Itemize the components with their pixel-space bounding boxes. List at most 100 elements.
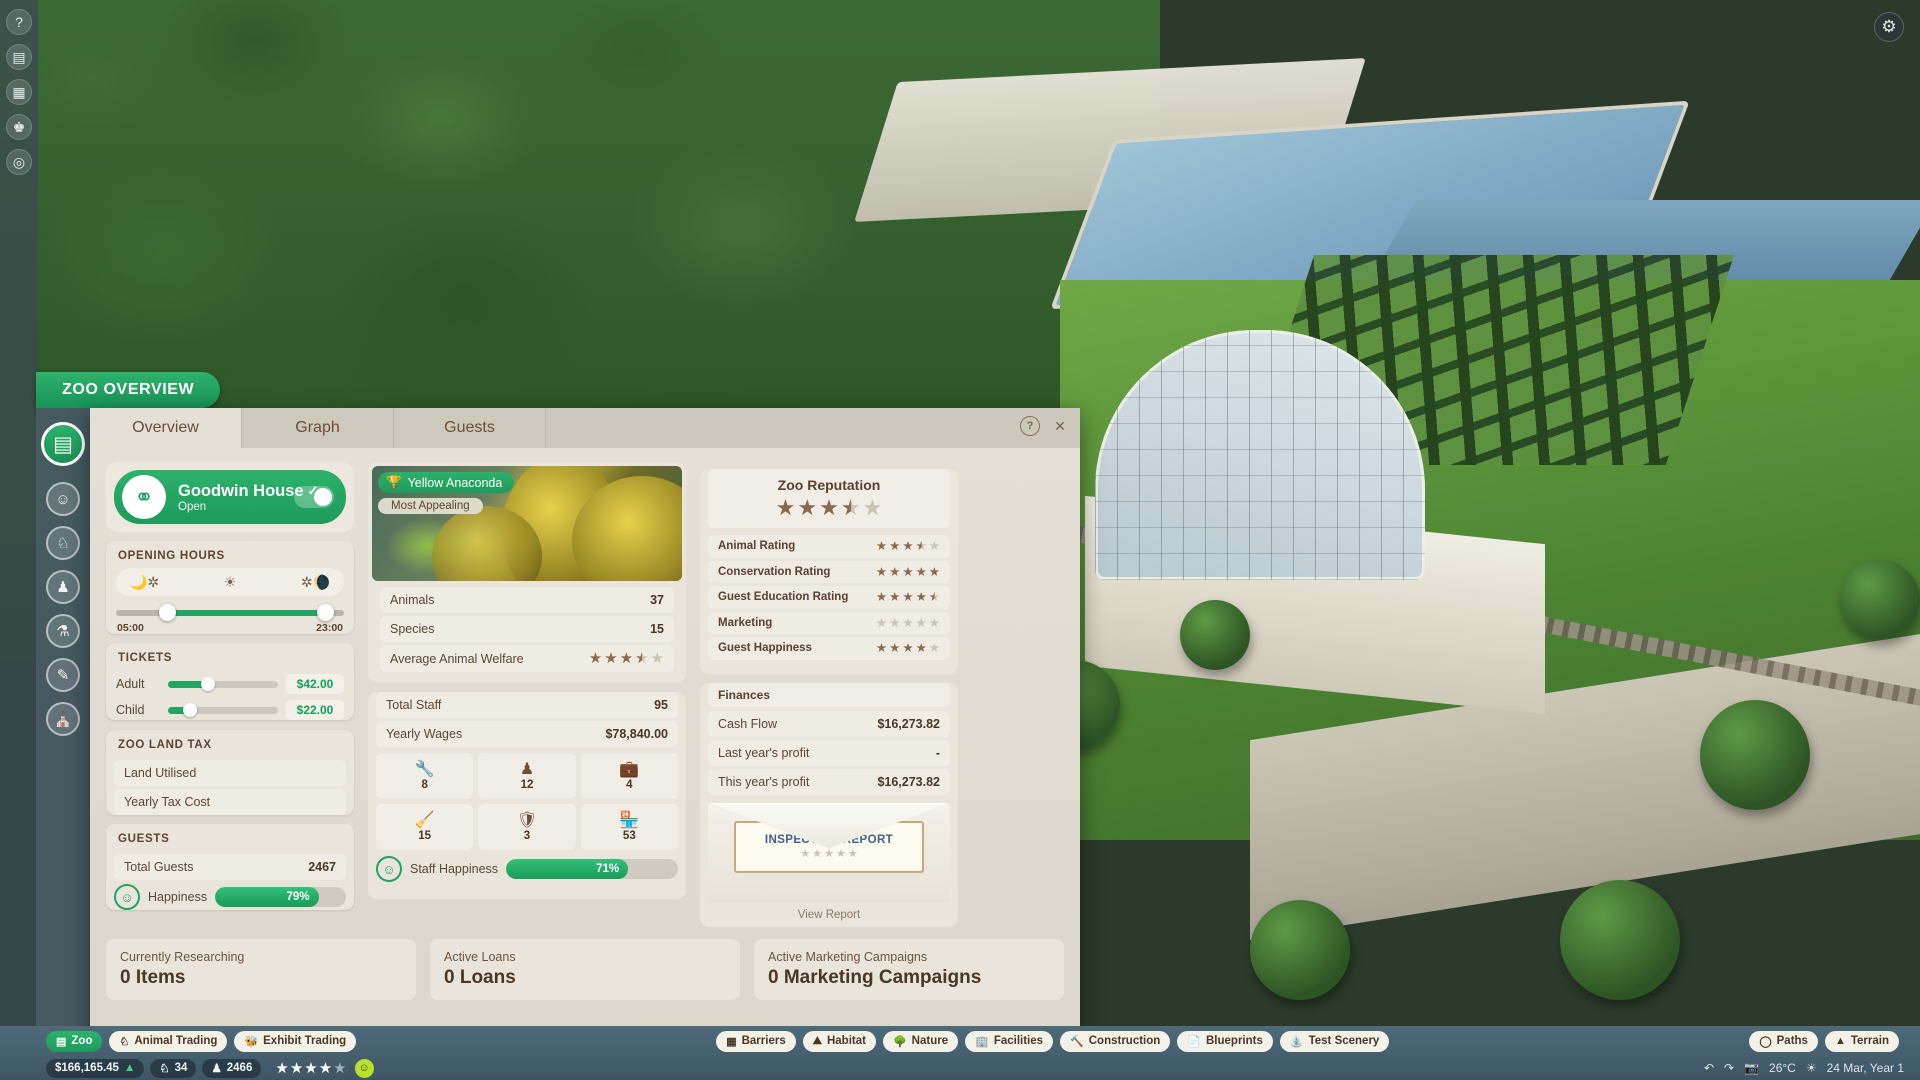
moon-stars-icon: 🌙✲ [130,573,160,590]
window-tab-bar: Overview Graph Guests ? ✕ [90,408,1080,448]
hud-button-animal-trading[interactable]: ♘ Animal Trading [109,1030,228,1052]
zoo-name-pill[interactable]: ⚭ Goodwin House ✓ Open [114,470,346,524]
tickets-card: TICKETS Adult $42.00 Child $22.00 [106,643,354,720]
guest-happiness-rating-stars: ★ ★ ★ ★ ★ [875,641,940,655]
guest-count-chip[interactable]: ♟ 2466 [202,1058,262,1078]
zoo-overview-window: Overview Graph Guests ? ✕ ⚭ Goodwin Hous… [90,408,1080,1046]
hud-button-nature-label: Nature [911,1035,949,1047]
hud-button-terrain[interactable]: ▲ Terrain [1824,1030,1899,1052]
ticket-price-child[interactable]: $22.00 [286,700,344,720]
sidebar-item-animals[interactable]: ♘ [46,526,80,560]
finances-card: Finances Cash Flow $16,273.82 Last year'… [700,682,958,927]
tree [1560,880,1680,1000]
money-chip[interactable]: $166,165.45 ▲ [46,1058,145,1078]
gear-icon[interactable]: ⚙ [1874,12,1904,42]
tab-guests[interactable]: Guests [394,408,546,448]
slider-knob[interactable] [201,677,215,691]
hammer-icon: 🔨 [1070,1035,1084,1048]
active-loans-label: Active Loans [444,949,516,964]
hud-button-blueprints[interactable]: 📄 Blueprints [1177,1030,1273,1052]
staff-count-vet: 4 [626,778,633,791]
ticket-price-adult[interactable]: $42.00 [286,674,344,694]
active-marketing-card[interactable]: Active Marketing Campaigns 0 Marketing C… [754,938,1064,1000]
hud-button-zoo[interactable]: ▤ Zoo [46,1030,103,1052]
finances-title: Finances [708,682,950,707]
total-staff-value: 95 [654,698,668,712]
question-mark-icon[interactable]: ? [1020,416,1040,436]
guest-happiness-row: ☺ Happiness 79% [114,884,346,910]
tab-graph[interactable]: Graph [242,408,394,448]
open-time-label: 05:00 [117,622,144,634]
hud-button-facilities[interactable]: 🏢 Facilities [965,1030,1054,1052]
marketing-rating-stars: ★ ★ ★ ★ ★ [875,615,940,630]
paw-icon: ♘ [119,1035,130,1048]
active-loans-card[interactable]: Active Loans 0 Loans [430,938,740,1000]
hud-button-nature[interactable]: 🌳 Nature [882,1030,959,1052]
building-icon: 🏢 [975,1035,989,1048]
camera-icon[interactable]: 📷 [1744,1061,1759,1075]
smiley-face-icon: ☺ [376,856,402,882]
hud-button-barriers[interactable]: ▦ Barriers [716,1030,796,1052]
marketing-rating-label: Marketing [718,616,773,629]
ticket-slider-adult[interactable] [168,677,278,691]
fence-icon: ▦ [726,1035,737,1048]
this-year-profit-label: This year's profit [718,774,810,789]
hud-button-test-scenery[interactable]: ⛲ Test Scenery [1279,1030,1390,1052]
total-staff-label: Total Staff [386,698,442,712]
hud-button-construction[interactable]: 🔨 Construction [1060,1030,1171,1052]
tree-icon: 🌳 [892,1035,907,1048]
hud-button-animal-trading-label: Animal Trading [134,1035,218,1047]
currently-researching-card[interactable]: Currently Researching 0 Items [106,938,416,1000]
animal-rating-stars: ★ ★ ★ ★ ★ [875,539,940,553]
notebook-icon[interactable]: ▤ [6,44,32,70]
hud-button-paths-label: Paths [1776,1035,1808,1047]
staff-cell-keeper[interactable]: ♟ 12 [478,753,576,799]
sidebar-item-research[interactable]: ⚗ [46,614,80,648]
featured-animal-photo: 🏆 Yellow Anaconda Most Appealing [372,466,682,581]
toggle-knob [314,488,332,506]
table-row: Animals 37 [380,587,674,613]
tab-overview[interactable]: Overview [90,408,242,448]
sidebar-item-shops[interactable]: ⛪ [46,702,80,736]
hud-button-terrain-label: Terrain [1850,1035,1889,1047]
hud-button-blueprints-label: Blueprints [1206,1035,1263,1047]
inspection-report-envelope[interactable]: ☈ INSPECTION REPORT ★★★★★ [708,802,950,903]
sidebar-item-staff[interactable]: ♟ [46,570,80,604]
zoo-open-toggle[interactable] [294,486,334,508]
undo-icon[interactable]: ↶ [1704,1061,1714,1075]
land-utilised-label: Land Utilised [124,766,197,780]
hud-star-rating: ★ ★ ★ ★ ★ [275,1059,347,1077]
sidebar-item-finance[interactable]: ✎ [46,658,80,692]
zoo-name: Goodwin House [178,481,304,500]
scenery-icon: ⛲ [1289,1035,1304,1048]
hud-button-exhibit-trading[interactable]: 🐝 Exhibit Trading [234,1030,357,1052]
ticket-slider-child[interactable] [168,703,278,717]
species-chip[interactable]: ♘ 34 [150,1058,197,1078]
staff-cell-vet[interactable]: 💼 4 [580,753,678,799]
staff-cell-security[interactable]: 🛡 3 [478,804,576,850]
help-icon[interactable]: ? [6,9,32,35]
opening-hours-slider[interactable] [116,604,344,621]
staff-cell-mechanic[interactable]: 🔧 8 [376,753,474,799]
sidebar-item-zoo-overview[interactable]: ▤ [41,422,85,466]
cash-flow-label: Cash Flow [718,716,778,731]
trophy-icon[interactable]: ♚ [6,114,32,140]
hud-button-habitat[interactable]: ⛰ Habitat [802,1030,876,1052]
redo-icon[interactable]: ↷ [1724,1061,1734,1075]
staff-cell-vendor[interactable]: 🏪 53 [580,804,678,850]
slider-knob-open[interactable] [159,604,177,621]
slider-knob-close[interactable] [316,604,334,621]
view-report-button[interactable]: View Report [700,909,958,921]
target-icon[interactable]: ◎ [6,149,32,175]
staff-cell-caretaker[interactable]: 🧹 15 [376,804,474,850]
opening-hours-card: OPENING HOURS 🌙✲ ☀ ✲🌘 05:00 23:00 [106,541,354,634]
staff-role-grid: 🔧 8 ♟ 12 💼 4 🧹 15 🛡 3 🏪 53 [376,753,678,850]
slider-knob[interactable] [183,703,198,717]
calendar-icon[interactable]: ▦ [6,79,32,105]
hud-button-paths[interactable]: ◯ Paths [1749,1030,1818,1052]
close-icon[interactable]: ✕ [1050,416,1070,436]
table-row: Yearly Tax Cost [114,789,346,815]
date-chip: 24 Mar, Year 1 [1827,1061,1904,1075]
sidebar-item-guests[interactable]: ☺ [46,482,80,516]
smiley-face-icon: ☺ [354,1058,374,1078]
